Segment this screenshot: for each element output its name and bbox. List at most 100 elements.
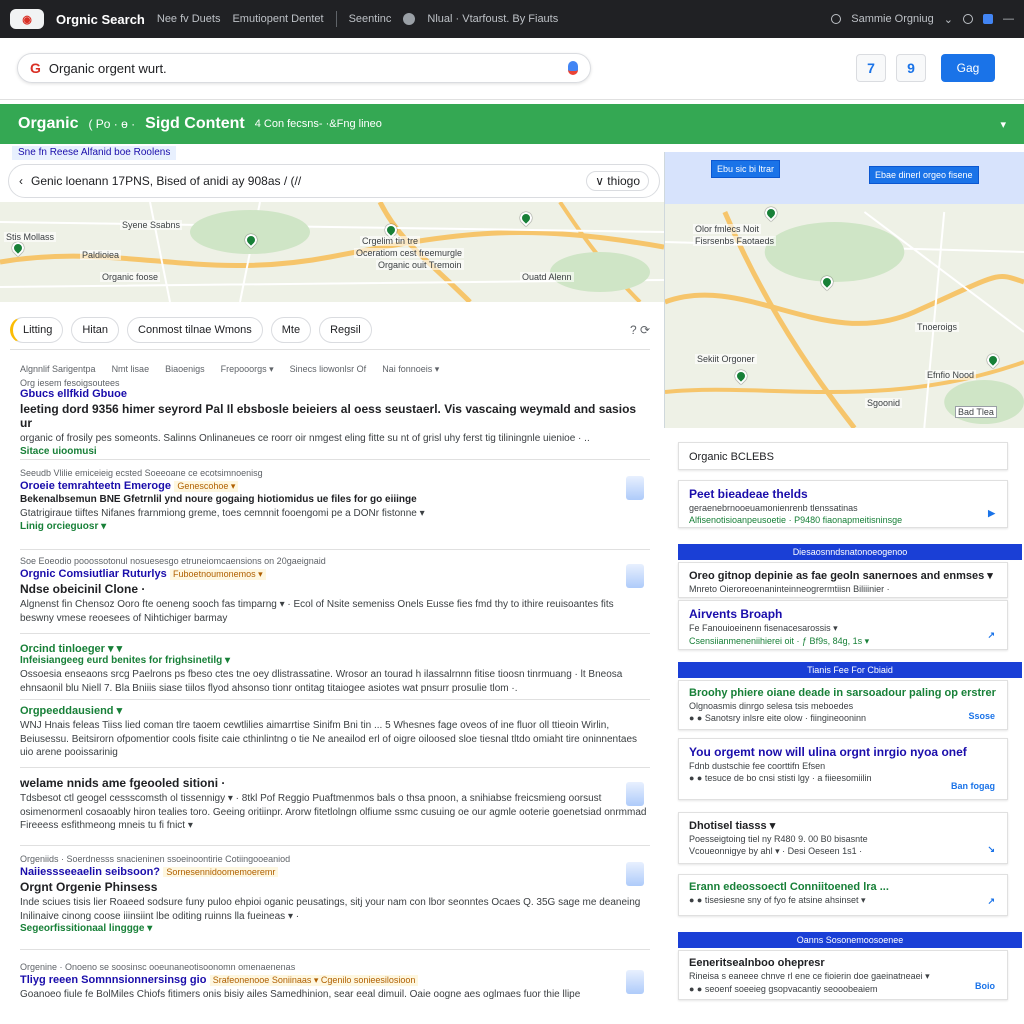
- search-input[interactable]: [48, 60, 560, 76]
- result-thumbnail[interactable]: [626, 862, 644, 886]
- result-item[interactable]: welame nnids ame fgeooled sitioni · Tdsb…: [20, 774, 650, 846]
- chip-actions[interactable]: ? ⟳: [630, 323, 650, 337]
- column-header[interactable]: Sinecs liowonlsr Of: [290, 364, 367, 375]
- side-card-title[interactable]: Erann edeossoectl Conniitoened lra ...: [689, 881, 997, 893]
- side-card-action[interactable]: Ssose: [968, 711, 995, 721]
- result-link[interactable]: Orgnic Comsiutliar Ruturlys: [20, 568, 167, 580]
- filter-bar[interactable]: ‹ Genic loenann 17PNS, Bised of anidi ay…: [8, 164, 660, 198]
- result-site[interactable]: Gbucs ellfkid Gbuoe: [20, 388, 650, 400]
- side-card[interactable]: Eeneritsealnboo ohepresr Rineisa s eanee…: [678, 950, 1008, 1000]
- result-footer[interactable]: Segeorfissitionaal linggge ▾: [20, 923, 650, 934]
- subheader-link[interactable]: Sne fn Reese Alfanid boe Roolens: [12, 146, 177, 160]
- account-icon[interactable]: [403, 13, 416, 25]
- result-title[interactable]: Ndse obeicinil Clone ·: [20, 582, 650, 596]
- result-link[interactable]: Naiiessseeaelin seibsoon?: [20, 866, 160, 878]
- chevron-icon[interactable]: ⌄: [944, 13, 953, 26]
- result-title[interactable]: Infeisiangeeg eurd benites for frighsine…: [20, 655, 650, 666]
- side-card-title[interactable]: Airvents Broaph: [689, 607, 997, 621]
- column-header[interactable]: Frepooorgs ▾: [221, 364, 274, 375]
- map-label: Tnoeroigs: [915, 322, 960, 332]
- chip[interactable]: Regsil: [319, 316, 372, 343]
- side-card[interactable]: Erann edeossoectl Conniitoened lra ... ●…: [678, 874, 1008, 916]
- result-title[interactable]: welame nnids ame fgeooled sitioni ·: [20, 776, 650, 790]
- result-item[interactable]: Soe Eoeodio pooossotonul nosuesesgo etru…: [20, 556, 650, 634]
- side-card-title[interactable]: Broohy phiere oiane deade in sarsoadour …: [689, 687, 997, 699]
- map-callout[interactable]: Ebae dinerl orgeo fisene: [869, 166, 979, 184]
- search-row: G 7 9: [0, 38, 1024, 100]
- side-card-title[interactable]: Oreo gitnop depinie as fae geoln sanerno…: [689, 569, 997, 582]
- side-card-desc: Fe Fanouioeinenn fisenacesarossis ▾: [689, 623, 838, 633]
- result-title[interactable]: Orgnt Orgenie Phinsess: [20, 880, 650, 894]
- result-link[interactable]: Tliyg reeen Somnnsionnersinsg gio: [20, 974, 206, 986]
- result-footer[interactable]: Linig orcieguosr ▾: [20, 521, 650, 532]
- account-name[interactable]: Sammie Orgniug: [851, 13, 934, 25]
- side-card-title[interactable]: Peet bieadeae thelds: [689, 487, 997, 501]
- chip[interactable]: Litting: [10, 316, 64, 343]
- app-logo-icon[interactable]: ◉: [10, 9, 44, 29]
- result-item[interactable]: Org iesem fesoigsoutees Gbucs ellfkid Gb…: [20, 378, 650, 460]
- side-panel-input[interactable]: Organic BCLEBS: [678, 442, 1008, 470]
- side-card-title[interactable]: You orgemt now will ulina orgnt inrgio n…: [689, 745, 997, 759]
- column-header[interactable]: Algnnlif Sarigentpa: [20, 364, 96, 375]
- column-header[interactable]: Nai fonnoeis ▾: [382, 364, 439, 375]
- side-card-title[interactable]: Dhotisel tiasss ▾: [689, 819, 997, 832]
- side-card-title[interactable]: Eeneritsealnboo ohepresr: [689, 957, 997, 969]
- chip[interactable]: Conmost tilnae Wmons: [127, 316, 263, 343]
- nav-mid-text[interactable]: Nlual · Vtarfoust. By Fiauts: [427, 13, 558, 25]
- chip[interactable]: Hitan: [71, 316, 120, 343]
- side-card[interactable]: Oreo gitnop depinie as fae geoln sanerno…: [678, 562, 1008, 598]
- nav-link-1[interactable]: Nee fv Duets: [157, 13, 221, 25]
- side-card[interactable]: Dhotisel tiasss ▾ Poesseigtoing tiel ny …: [678, 812, 1008, 864]
- nav-link-2[interactable]: Emutiopent Dentet: [232, 13, 323, 25]
- side-card-action[interactable]: Boio: [975, 981, 995, 991]
- map-left[interactable]: Stis Mollass Paldioiea Syene Ssabns Orga…: [0, 202, 664, 302]
- map-callout[interactable]: Ebu sic bi ltrar: [711, 160, 781, 178]
- result-link[interactable]: Oroeie temrahteetn Emeroge: [20, 480, 171, 492]
- side-card[interactable]: Broohy phiere oiane deade in sarsoadour …: [678, 680, 1008, 730]
- result-thumbnail[interactable]: [626, 970, 644, 994]
- map-label: Stis Mollass: [4, 232, 57, 242]
- search-box[interactable]: G: [17, 53, 591, 83]
- side-card[interactable]: You orgemt now will ulina orgnt inrgio n…: [678, 738, 1008, 800]
- primary-button[interactable]: Gag: [941, 54, 995, 82]
- map-label[interactable]: Bad Tlea: [955, 406, 997, 418]
- result-thumbnail[interactable]: [626, 476, 644, 500]
- band-chevron-icon[interactable]: ▾: [1000, 118, 1006, 131]
- result-thumbnail[interactable]: [626, 564, 644, 588]
- result-footer[interactable]: Sitace uioomusi: [20, 446, 650, 457]
- map-label: Efnfio Nood: [925, 370, 977, 380]
- column-header[interactable]: Biaoenigs: [165, 364, 205, 375]
- side-card[interactable]: Peet bieadeae thelds geraenebrnooeuamoni…: [678, 480, 1008, 528]
- result-item[interactable]: Orgpeeddausiend ▾ WNJ Hnais feleas Tiiss…: [20, 704, 650, 768]
- side-card[interactable]: Airvents Broaph Fe Fanouioeinenn fisenac…: [678, 600, 1008, 650]
- side-card-action-icon[interactable]: ↘: [987, 844, 995, 855]
- microphone-icon[interactable]: [568, 61, 578, 75]
- column-header[interactable]: Nmt lisae: [112, 364, 150, 375]
- result-title[interactable]: Orgpeeddausiend ▾: [20, 704, 650, 717]
- tool-button-2[interactable]: 9: [896, 54, 926, 82]
- apps-icon[interactable]: [983, 14, 993, 24]
- map-right[interactable]: Ebu sic bi ltrar Ebae dinerl orgeo fisen…: [664, 152, 1024, 428]
- nav-link-3[interactable]: Seentinc: [349, 13, 392, 25]
- result-link[interactable]: Orcind tinloeger ▾ ▾: [20, 642, 650, 655]
- minimize-icon[interactable]: —: [1003, 13, 1014, 25]
- filter-chips: Litting Hitan Conmost tilnae Wmons Mte R…: [10, 310, 650, 350]
- result-item[interactable]: Orcind tinloeger ▾ ▾ Infeisiangeeg eurd …: [20, 642, 650, 700]
- result-item[interactable]: Seeudb Vlilie emiceieig ecsted Soeeoane …: [20, 468, 650, 550]
- settings-icon[interactable]: [963, 14, 973, 24]
- chip[interactable]: Mte: [270, 316, 312, 343]
- result-item[interactable]: Orgeniids · Soerdnesss snacieninen ssoei…: [20, 854, 650, 950]
- back-chevron-icon[interactable]: ‹: [19, 174, 23, 188]
- tool-button-1[interactable]: 7: [856, 54, 886, 82]
- result-title[interactable]: Bekenalbsemun BNE Gfetrnlil ynd noure go…: [20, 494, 650, 505]
- side-card-action-icon[interactable]: ↗: [987, 896, 995, 907]
- side-card-action-icon[interactable]: ↗: [987, 630, 995, 641]
- result-item[interactable]: Orgenine · Onoeno se soosinsc ooeunaneot…: [20, 962, 650, 1022]
- result-title[interactable]: leeting dord 9356 himer seyrord Pal Il e…: [20, 402, 650, 430]
- band-info[interactable]: 4 Con fecsns- ·&Fng lineo: [255, 118, 382, 130]
- side-card-action[interactable]: Ban fogag: [951, 781, 995, 791]
- location-dropdown[interactable]: ∨ thiogo: [586, 171, 649, 191]
- result-breadcrumb: Orgeniids · Soerdnesss snacieninen ssoei…: [20, 854, 291, 864]
- side-card-action-icon[interactable]: ▶: [988, 508, 995, 519]
- result-thumbnail[interactable]: [626, 782, 644, 806]
